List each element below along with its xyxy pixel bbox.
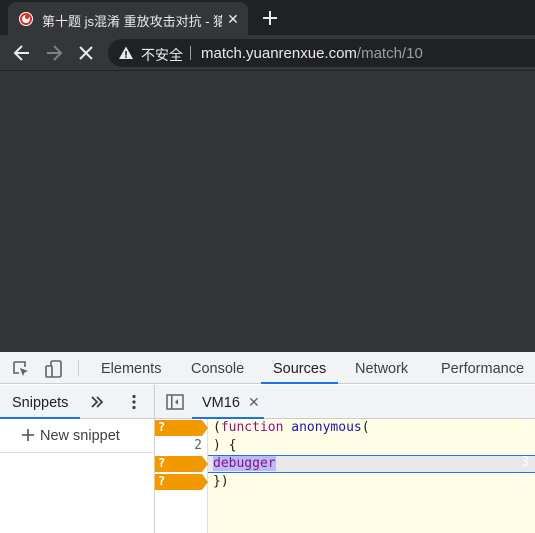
file-tab-vm16[interactable]: VM16 — [202, 385, 240, 419]
new-snippet-button[interactable]: New snippet — [0, 419, 154, 453]
plus-icon[interactable] — [258, 6, 282, 30]
page-viewport — [0, 71, 535, 352]
code-punct: ( — [361, 420, 370, 435]
url-path: /match/10 — [356, 45, 423, 62]
tab-strip: 第十题 js混淆 重放攻击对抗 - 猿人学 ✕ — [0, 0, 535, 35]
code-punct: ( — [213, 420, 221, 435]
line-number: 3 — [521, 455, 529, 470]
forward-arrow-icon[interactable] — [42, 41, 66, 65]
code-line: ? 4 }) — [155, 473, 535, 491]
toolbar-divider — [78, 360, 79, 376]
conditional-breakpoint-mark: ? — [158, 456, 166, 470]
line-number: 1 — [521, 419, 529, 434]
code-editor[interactable]: ? 1 (function anonymous( 2 ) { ? 3 debug… — [155, 419, 535, 533]
new-snippet-label: New snippet — [40, 428, 120, 444]
devtools-tabbar: Elements Console Sources Network Perform… — [0, 352, 535, 384]
browser-toolbar: 不安全 match.yuanrenxue.com/match/10 — [0, 35, 535, 71]
code-line-paused: ? 3 debugger — [155, 455, 535, 473]
inspect-element-icon[interactable] — [11, 359, 31, 379]
tab-sources[interactable]: Sources — [260, 352, 339, 384]
editor-tabbar: VM16 ✕ — [155, 385, 535, 419]
site-favicon-icon — [19, 12, 33, 26]
code-keyword: function — [220, 420, 284, 435]
code-line: ? 1 (function anonymous( — [155, 419, 535, 437]
url-host: match.yuanrenxue.com — [201, 45, 357, 62]
close-icon[interactable]: ✕ — [248, 385, 260, 419]
address-bar[interactable]: 不安全 match.yuanrenxue.com/match/10 — [108, 39, 535, 67]
tab-network[interactable]: Network — [355, 352, 408, 384]
tab-title: 第十题 js混淆 重放攻击对抗 - 猿人学 — [42, 14, 222, 29]
code-text: (function anonymous( — [213, 419, 370, 437]
stop-loading-icon[interactable] — [74, 41, 98, 65]
url-text[interactable]: match.yuanrenxue.com/match/10 — [201, 45, 423, 62]
double-chevron-right-icon[interactable] — [88, 393, 106, 411]
code-text: }) — [213, 474, 229, 489]
code-keyword-selected: debugger — [213, 456, 276, 471]
tab-elements[interactable]: Elements — [101, 352, 161, 384]
more-vertical-icon[interactable] — [126, 393, 142, 411]
back-arrow-icon[interactable] — [10, 41, 34, 65]
navigator-tabbar: Snippets — [0, 385, 154, 419]
code-text: ) { — [213, 438, 237, 453]
warning-icon[interactable] — [118, 45, 134, 61]
close-icon[interactable]: ✕ — [224, 10, 242, 28]
conditional-breakpoint-mark: ? — [158, 474, 166, 488]
line-number: 4 — [521, 473, 529, 488]
sources-navigator: Snippets New snippet — [0, 385, 155, 533]
code-function-name: anonymous — [291, 420, 362, 435]
plus-icon — [22, 429, 34, 441]
devtools-panel: Elements Console Sources Network Perform… — [0, 352, 535, 533]
tab-snippets[interactable]: Snippets — [0, 385, 81, 419]
conditional-breakpoint-mark: ? — [158, 420, 166, 434]
security-label[interactable]: 不安全 — [141, 45, 183, 65]
sources-panel: Snippets New snippet VM16 ✕ ? 1 (functio… — [0, 385, 535, 533]
code-text: debugger — [213, 455, 276, 473]
line-number[interactable]: 2 — [155, 437, 205, 455]
browser-tab[interactable]: 第十题 js混淆 重放攻击对抗 - 猿人学 ✕ — [8, 2, 248, 35]
toggle-navigator-icon[interactable] — [166, 394, 184, 410]
tab-performance[interactable]: Performance — [441, 352, 524, 384]
editor-pane: VM16 ✕ ? 1 (function anonymous( 2) {? … — [155, 385, 535, 533]
device-toolbar-icon[interactable] — [44, 359, 64, 379]
omnibox-divider — [190, 46, 191, 60]
code-line: 2 ) { — [155, 437, 535, 455]
tab-console[interactable]: Console — [191, 352, 244, 384]
